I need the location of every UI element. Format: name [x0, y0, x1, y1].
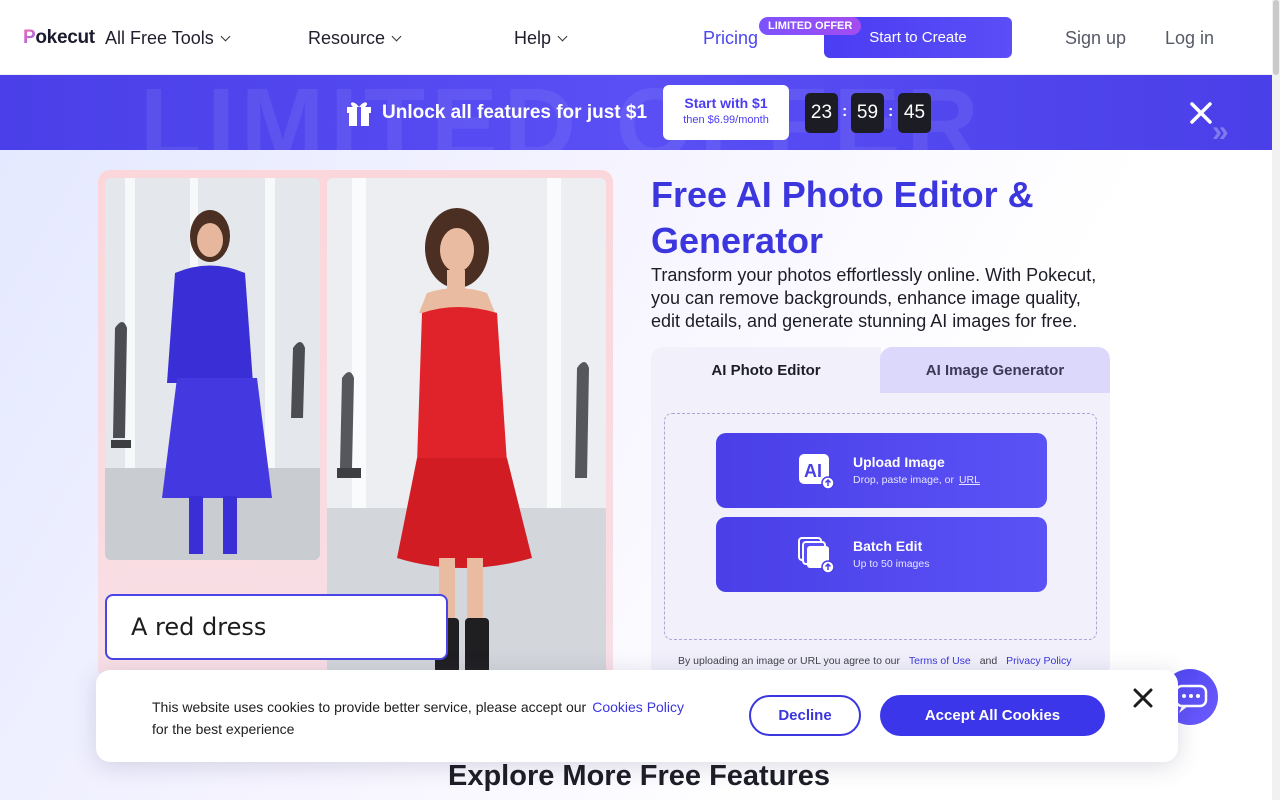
- accept-all-cookies-button[interactable]: Accept All Cookies: [880, 695, 1105, 736]
- nav-item-label: Resource: [308, 28, 386, 48]
- section-heading-explore: Explore More Free Features: [448, 760, 830, 792]
- terms-of-use-link[interactable]: Terms of Use: [909, 655, 971, 667]
- tab-ai-photo-editor[interactable]: AI Photo Editor: [651, 347, 881, 393]
- sign-up-link[interactable]: Sign up: [1065, 28, 1126, 49]
- url-link[interactable]: URL: [959, 474, 980, 486]
- cookies-policy-link[interactable]: Cookies Policy: [592, 699, 684, 715]
- promo-banner: LIMITED OFFER Unlock all features for ju…: [0, 75, 1272, 150]
- page-scrollbar[interactable]: [1272, 0, 1280, 800]
- timer-separator: :: [842, 103, 848, 120]
- timer-minutes: 59: [851, 93, 884, 133]
- log-in-link[interactable]: Log in: [1165, 28, 1214, 49]
- upload-dropzone[interactable]: AI Upload Image Drop, paste image, or URL…: [664, 413, 1097, 640]
- cookie-banner: This website uses cookies to provide bet…: [96, 670, 1178, 762]
- close-icon[interactable]: [1133, 688, 1153, 708]
- tool-panel-body: AI Upload Image Drop, paste image, or URL…: [651, 393, 1110, 677]
- nav-resource[interactable]: Resource: [308, 28, 402, 49]
- upload-image-button[interactable]: AI Upload Image Drop, paste image, or URL: [716, 433, 1047, 508]
- cookie-message: This website uses cookies to provide bet…: [152, 696, 732, 740]
- logo-text: okecut: [35, 27, 95, 48]
- scrollbar-thumb[interactable]: [1273, 0, 1279, 75]
- tab-ai-image-generator[interactable]: AI Image Generator: [880, 347, 1110, 393]
- chevron-down-icon: [220, 31, 231, 42]
- timer-hours: 23: [805, 93, 838, 133]
- cta-sub-label: then $6.99/month: [683, 114, 769, 126]
- timer-seconds: 45: [898, 93, 931, 133]
- batch-subtitle: Up to 50 images: [853, 558, 930, 570]
- timer-separator: :: [888, 103, 894, 120]
- gift-icon: [347, 102, 371, 126]
- decline-button[interactable]: Decline: [749, 695, 861, 736]
- top-nav: Pokecut All Free Tools Resource Help Pri…: [0, 0, 1272, 75]
- batch-edit-button[interactable]: Batch Edit Up to 50 images: [716, 517, 1047, 592]
- chevron-down-icon: [557, 31, 568, 42]
- terms-notice: By uploading an image or URL you agree t…: [678, 655, 1078, 667]
- original-photo: [105, 178, 320, 560]
- close-icon[interactable]: [1187, 99, 1215, 127]
- nav-item-label: All Free Tools: [105, 28, 214, 48]
- terms-prefix: By uploading an image or URL you agree t…: [678, 655, 900, 667]
- cookie-text-line2: for the best experience: [152, 721, 295, 737]
- cookie-text-line1: This website uses cookies to provide bet…: [152, 699, 587, 715]
- upload-title: Upload Image: [853, 454, 945, 470]
- banner-headline: Unlock all features for just $1: [382, 102, 648, 123]
- svg-text:AI: AI: [804, 461, 822, 481]
- tool-panel: AI Photo Editor AI Image Generator AI Up…: [651, 347, 1110, 677]
- upload-sub-label: Drop, paste image, or: [853, 474, 954, 486]
- woman-blue-outfit-image: [105, 178, 320, 560]
- start-with-dollar-button[interactable]: Start with $1 then $6.99/month: [663, 85, 789, 140]
- nav-item-label: Help: [514, 28, 552, 48]
- pokecut-logo[interactable]: Pokecut: [23, 27, 95, 49]
- nav-pricing-link[interactable]: Pricing: [703, 28, 758, 49]
- privacy-policy-link[interactable]: Privacy Policy: [1006, 655, 1071, 667]
- batch-images-icon: [798, 537, 834, 573]
- page-title: Free AI Photo Editor & Generator: [651, 174, 1034, 261]
- cta-main-label: Start with $1: [684, 95, 768, 111]
- hero-description: Transform your photos effortlessly onlin…: [651, 265, 1097, 331]
- ai-upload-icon: AI: [799, 454, 834, 489]
- chevron-down-icon: [391, 31, 402, 42]
- logo-mark: P: [23, 27, 36, 48]
- prompt-text-box: A red dress: [105, 594, 448, 660]
- batch-title: Batch Edit: [853, 538, 923, 554]
- limited-offer-badge: LIMITED OFFER: [759, 17, 862, 35]
- nav-all-free-tools[interactable]: All Free Tools: [105, 28, 231, 49]
- nav-help[interactable]: Help: [514, 28, 568, 49]
- terms-and: and: [979, 655, 998, 667]
- upload-subtitle: Drop, paste image, or URL: [853, 474, 980, 486]
- double-chevron-icon: »: [1212, 115, 1229, 148]
